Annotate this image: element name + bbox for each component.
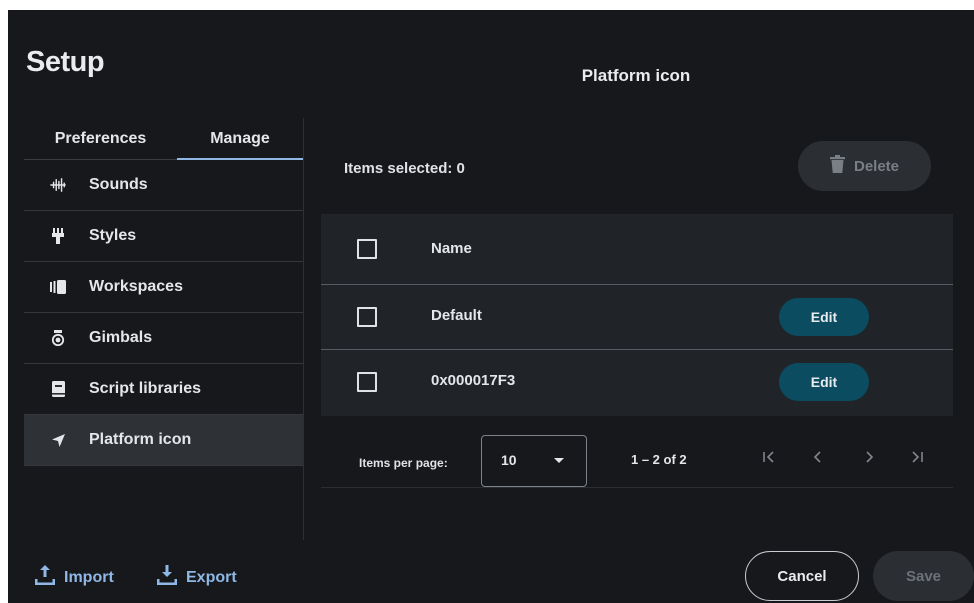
row-name: 0x000017F3 [431,372,516,389]
delete-label: Delete [853,157,900,175]
sidebar-item-label: Platform icon [89,431,192,448]
import-button[interactable]: Import [34,565,114,590]
paginator: Items per page: 10 1 – 2 of 2 [321,415,953,488]
import-label: Import [64,568,114,586]
download-icon [156,565,178,590]
upload-icon [34,565,56,590]
chevron-left-icon [811,450,825,469]
items-per-page-select[interactable]: 10 [481,435,587,487]
export-button[interactable]: Export [156,565,237,590]
dialog-title: Setup [26,46,105,78]
items-selected-text: Items selected: 0 [344,160,465,177]
last-page-button[interactable] [903,445,931,473]
workspaces-icon [50,279,66,295]
tab-manage[interactable]: Manage [177,118,303,159]
sidebar-item-styles[interactable]: Styles [24,211,303,262]
dropdown-caret-icon [554,458,564,463]
edit-button[interactable]: Edit [779,363,869,401]
tab-bar: Preferences Manage [24,118,303,160]
book-icon [50,381,66,397]
brush-icon [50,228,66,244]
navigation-arrow-icon [50,432,66,448]
chevron-right-icon [862,450,876,469]
gimbal-icon [50,330,66,346]
panel-divider [303,118,304,540]
first-page-icon [762,450,776,469]
sidebar-item-gimbals[interactable]: Gimbals [24,313,303,364]
waveform-icon [50,177,66,193]
table-row: Default Edit [321,285,953,350]
row-name: Default [431,307,482,324]
sidebar-item-sounds[interactable]: Sounds [24,160,303,211]
row-checkbox[interactable] [357,307,377,327]
setup-dialog: Setup Preferences Manage Sounds Styles W… [8,10,974,603]
panel-title: Platform icon [581,66,691,85]
table-header: Name [321,214,953,285]
sidebar-item-label: Workspaces [89,278,183,295]
table-row: 0x000017F3 Edit [321,350,953,416]
export-label: Export [186,568,237,586]
tab-preferences[interactable]: Preferences [24,118,177,159]
sidebar-item-label: Script libraries [89,380,202,397]
edit-button[interactable]: Edit [779,298,869,336]
save-button[interactable]: Save [873,551,974,601]
last-page-icon [910,450,924,469]
sidebar-item-label: Sounds [89,176,148,193]
items-per-page-label: Items per page: [359,456,448,470]
sidebar-item-label: Gimbals [89,329,153,346]
range-label: 1 – 2 of 2 [631,452,687,467]
sidebar-item-script-libraries[interactable]: Script libraries [24,364,303,415]
sidebar-item-label: Styles [89,227,137,244]
column-header-name: Name [431,240,472,257]
select-all-checkbox[interactable] [357,239,377,259]
sidebar-item-workspaces[interactable]: Workspaces [24,262,303,313]
trash-icon [829,155,845,177]
first-page-button[interactable] [755,445,783,473]
next-page-button[interactable] [855,445,883,473]
delete-button[interactable]: Delete [798,141,931,191]
sidebar-item-platform-icon[interactable]: Platform icon [24,415,303,466]
previous-page-button[interactable] [804,445,832,473]
sidebar-nav: Sounds Styles Workspaces Gimbals Script … [24,160,303,466]
items-per-page-value: 10 [501,452,517,468]
cancel-button[interactable]: Cancel [745,551,859,601]
row-checkbox[interactable] [357,372,377,392]
platform-icon-table: Name Default Edit 0x000017F3 Edit [321,214,953,416]
